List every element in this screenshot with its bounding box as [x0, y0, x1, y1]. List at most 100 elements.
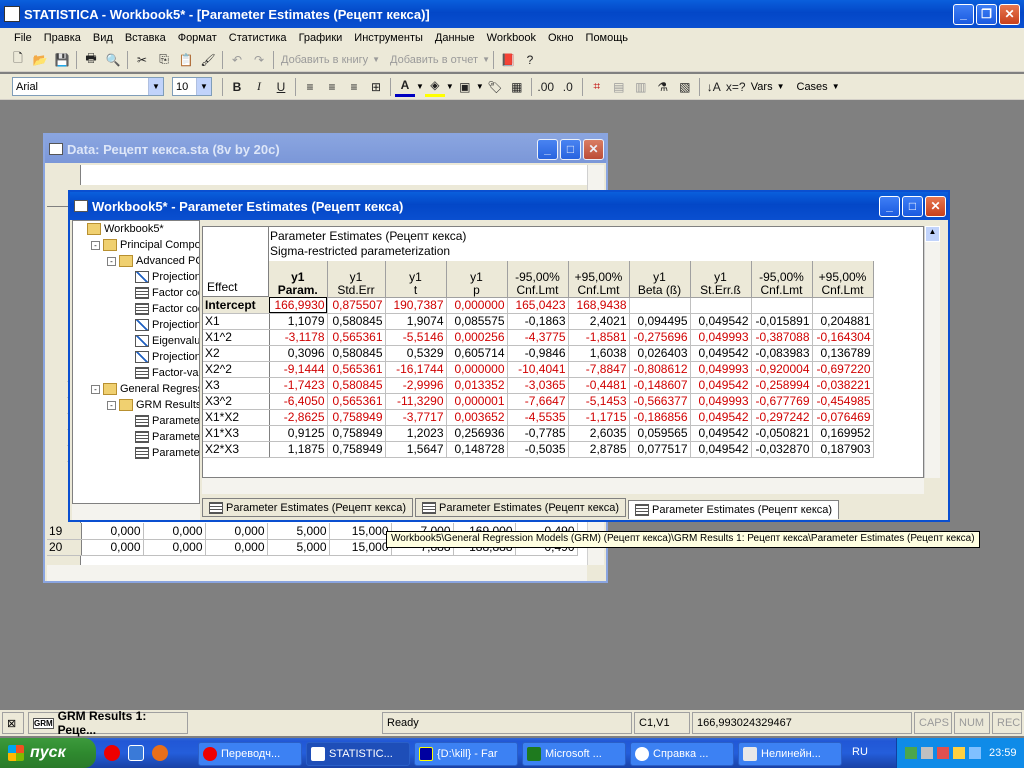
- table-cell[interactable]: 0,580845: [327, 345, 386, 362]
- table-cell[interactable]: 0,085575: [446, 313, 508, 330]
- decrease-decimal-icon[interactable]: .0: [558, 77, 578, 97]
- data-cell[interactable]: 5,000: [267, 539, 330, 556]
- chart-icon[interactable]: ▥: [631, 77, 651, 97]
- table-cell[interactable]: -6,4050: [269, 393, 328, 410]
- tree-item[interactable]: - General Regressio: [75, 381, 199, 397]
- workbook-close-button[interactable]: ✕: [925, 195, 946, 217]
- table-cell[interactable]: -0,164304: [812, 329, 874, 346]
- table-cell[interactable]: 2,6035: [568, 425, 630, 442]
- workbook-minimize-button[interactable]: _: [879, 195, 900, 217]
- row-header[interactable]: X3: [203, 377, 270, 394]
- table-icon[interactable]: ▤: [609, 77, 629, 97]
- table-cell[interactable]: [812, 297, 874, 314]
- data-row-number[interactable]: 19: [47, 523, 82, 540]
- tree-item[interactable]: - Advanced PCA: [75, 253, 199, 269]
- table-cell[interactable]: -3,0365: [507, 377, 569, 394]
- table-cell[interactable]: -0,387088: [751, 329, 813, 346]
- table-cell[interactable]: 0,565361: [327, 329, 386, 346]
- table-cell[interactable]: 1,6038: [568, 345, 630, 362]
- table-cell[interactable]: -2,8625: [269, 409, 328, 426]
- data-cell[interactable]: 5,000: [267, 523, 330, 540]
- column-header[interactable]: y1 Param.: [269, 261, 328, 298]
- minimize-button[interactable]: _: [953, 3, 974, 25]
- menu-item[interactable]: Окно: [542, 32, 580, 44]
- table-cell[interactable]: 0,003652: [446, 409, 508, 426]
- merge-icon[interactable]: ⊞: [366, 77, 386, 97]
- row-header[interactable]: X2*X3: [203, 441, 270, 458]
- column-header[interactable]: +95,00% Cnf.Lmt: [568, 261, 630, 298]
- table-cell[interactable]: -0,677769: [751, 393, 813, 410]
- table-cell[interactable]: -5,5146: [385, 329, 447, 346]
- table-cell[interactable]: 0,013352: [446, 377, 508, 394]
- add-to-report-button[interactable]: Добавить в отчет: [390, 54, 478, 66]
- tree-horizontal-scrollbar[interactable]: [72, 504, 200, 520]
- fill-color-icon[interactable]: ◈: [424, 77, 445, 97]
- cases-button[interactable]: Cases: [797, 81, 828, 93]
- table-cell[interactable]: 0,580845: [327, 313, 386, 330]
- data-horizontal-scrollbar[interactable]: [47, 565, 587, 581]
- tree-item[interactable]: Projection: [75, 317, 199, 333]
- tree-item[interactable]: Projection: [75, 269, 199, 285]
- data-row-number[interactable]: 20: [47, 539, 82, 556]
- table-cell[interactable]: -0,454985: [812, 393, 874, 410]
- sheet-horizontal-scrollbar[interactable]: [202, 478, 924, 494]
- data-cell[interactable]: 0,000: [81, 523, 144, 540]
- tree-item[interactable]: Factor coo: [75, 285, 199, 301]
- data-cell[interactable]: 0,000: [205, 523, 268, 540]
- row-header[interactable]: X1*X2: [203, 409, 270, 426]
- data-cell[interactable]: 15,000: [329, 523, 392, 540]
- table-cell[interactable]: -0,038221: [812, 377, 874, 394]
- table-cell[interactable]: -0,9846: [507, 345, 569, 362]
- row-header[interactable]: X3^2: [203, 393, 270, 410]
- format-painter-icon[interactable]: 🖌: [198, 50, 218, 70]
- tree-item[interactable]: Factor coo: [75, 301, 199, 317]
- table-cell[interactable]: -0,032870: [751, 441, 813, 458]
- table-cell[interactable]: -0,566377: [629, 393, 691, 410]
- stats-icon[interactable]: ▧: [675, 77, 695, 97]
- print-preview-icon[interactable]: 🔍: [103, 50, 123, 70]
- table-cell[interactable]: 165,0423: [507, 297, 569, 314]
- menu-item[interactable]: Вставка: [119, 32, 172, 44]
- column-header[interactable]: -95,00% Cnf.Lmt: [751, 261, 813, 298]
- border-icon[interactable]: ▣: [455, 77, 475, 97]
- table-cell[interactable]: 0,187903: [812, 441, 874, 458]
- help-pointer-icon[interactable]: ?: [520, 50, 540, 70]
- table-cell[interactable]: 168,9438: [568, 297, 630, 314]
- table-cell[interactable]: 0,169952: [812, 425, 874, 442]
- paste-icon[interactable]: 📋: [176, 50, 196, 70]
- table-cell[interactable]: 0,049542: [690, 441, 752, 458]
- table-cell[interactable]: 0,5329: [385, 345, 447, 362]
- workbook-maximize-button[interactable]: □: [902, 195, 923, 217]
- tree-item[interactable]: Paramete: [75, 445, 199, 461]
- tray-display-icon[interactable]: [921, 747, 933, 759]
- parameter-estimates-sheet[interactable]: Effect Parameter Estimates (Рецепт кекса…: [202, 226, 924, 478]
- column-header[interactable]: -95,00% Cnf.Lmt: [507, 261, 569, 298]
- task-help[interactable]: Справка ...: [630, 742, 734, 766]
- open-icon[interactable]: 📂: [30, 50, 50, 70]
- vars-button[interactable]: Vars: [751, 81, 773, 93]
- task-statistica[interactable]: STATISTIC...: [306, 742, 410, 766]
- table-cell[interactable]: -1,1715: [568, 409, 630, 426]
- table-cell[interactable]: -0,258994: [751, 377, 813, 394]
- table-cell[interactable]: -0,076469: [812, 409, 874, 426]
- table-cell[interactable]: 0,049542: [690, 345, 752, 362]
- data-minimize-button[interactable]: _: [537, 138, 558, 160]
- add-to-workbook-button[interactable]: Добавить в книгу: [281, 54, 368, 66]
- table-cell[interactable]: 0,000000: [446, 361, 508, 378]
- bold-button[interactable]: B: [227, 77, 247, 97]
- collapse-icon[interactable]: -: [107, 256, 116, 266]
- table-cell[interactable]: 166,9930: [269, 297, 328, 314]
- tree-item[interactable]: - Principal Compone: [75, 237, 199, 253]
- table-cell[interactable]: -7,6647: [507, 393, 569, 410]
- task-translator[interactable]: Переводч...: [198, 742, 302, 766]
- data-cell[interactable]: 0,000: [143, 523, 206, 540]
- tray-volume-icon[interactable]: [969, 747, 981, 759]
- tree-item[interactable]: Projection: [75, 349, 199, 365]
- column-header[interactable]: y1 Beta (ß): [629, 261, 691, 298]
- table-cell[interactable]: -10,4041: [507, 361, 569, 378]
- variables-icon[interactable]: ⚗: [653, 77, 673, 97]
- row-header[interactable]: X1*X3: [203, 425, 270, 442]
- table-cell[interactable]: -0,148607: [629, 377, 691, 394]
- table-cell[interactable]: -0,015891: [751, 313, 813, 330]
- tree-item[interactable]: - GRM Results 1: [75, 397, 199, 413]
